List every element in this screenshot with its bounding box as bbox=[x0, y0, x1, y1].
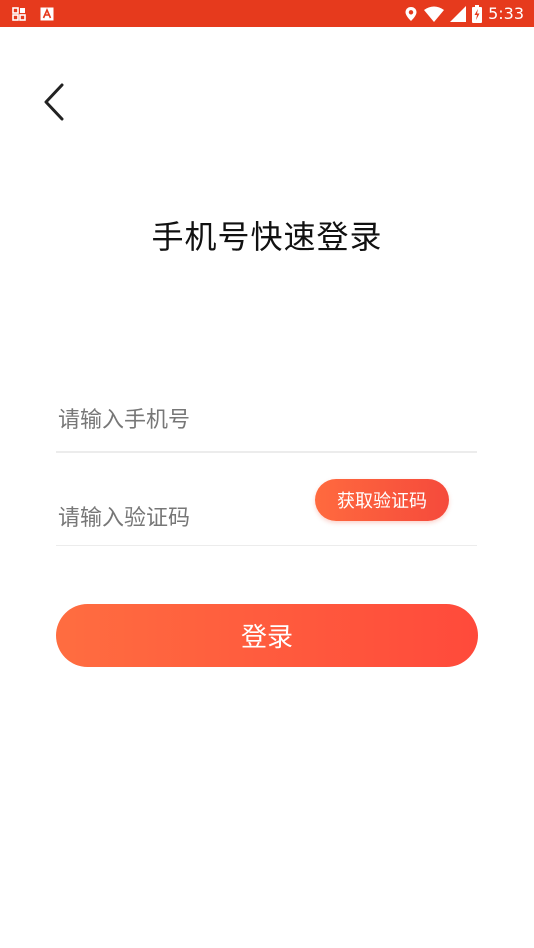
battery-charging-icon bbox=[472, 4, 483, 23]
phone-input[interactable] bbox=[56, 392, 477, 448]
font-a-icon bbox=[40, 7, 54, 21]
status-bar: 5:33 bbox=[0, 0, 534, 27]
status-time: 5:33 bbox=[488, 4, 524, 23]
signal-icon bbox=[450, 5, 467, 22]
verification-code-input[interactable] bbox=[56, 486, 306, 542]
status-left-icons bbox=[12, 6, 68, 21]
page-title: 手机号快速登录 bbox=[151, 218, 383, 256]
back-button[interactable] bbox=[34, 80, 74, 124]
wifi-icon bbox=[424, 6, 445, 22]
grid-notification-icon bbox=[12, 6, 26, 21]
chevron-left-icon bbox=[44, 83, 64, 121]
status-right-icons: 5:33 bbox=[398, 4, 524, 23]
location-icon bbox=[404, 6, 418, 22]
login-button[interactable]: 登录 bbox=[56, 604, 478, 667]
phone-field bbox=[56, 392, 477, 453]
get-code-button[interactable]: 获取验证码 bbox=[315, 479, 449, 521]
